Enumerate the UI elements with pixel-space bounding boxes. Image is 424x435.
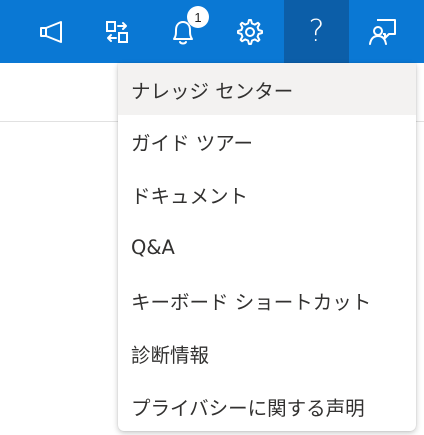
- menu-item-label: 診断情報: [131, 344, 210, 367]
- menu-item-label: プライバシーに関する声明: [131, 397, 365, 420]
- menu-item-knowledge-center[interactable]: ナレッジ センター: [118, 63, 416, 115]
- menu-item-qna[interactable]: Q&A: [118, 221, 416, 274]
- feedback-icon: [368, 17, 398, 47]
- menu-item-privacy-statement[interactable]: プライバシーに関する声明: [118, 380, 416, 431]
- feedback-button[interactable]: [358, 0, 408, 63]
- menu-item-keyboard-shortcuts[interactable]: キーボード ショートカット: [118, 274, 416, 327]
- menu-item-label: キーボード ショートカット: [131, 291, 372, 314]
- menu-item-diagnostics[interactable]: 診断情報: [118, 327, 416, 380]
- help-menu: ナレッジ センター ガイド ツアー ドキュメント Q&A キーボード ショートカ…: [118, 63, 416, 431]
- gear-icon: [236, 18, 264, 46]
- menu-item-documentation[interactable]: ドキュメント: [118, 168, 416, 221]
- help-button[interactable]: ?: [284, 0, 349, 63]
- menu-item-label: ナレッジ センター: [131, 79, 294, 103]
- menu-item-guided-tour[interactable]: ガイド ツアー: [118, 115, 416, 168]
- menu-item-label: ガイド ツアー: [131, 132, 254, 155]
- notification-count-badge: 1: [187, 6, 209, 28]
- top-navigation-bar: 1 ?: [0, 0, 424, 63]
- menu-item-label: ドキュメント: [131, 185, 249, 208]
- megaphone-icon: [38, 20, 68, 43]
- menu-item-label: Q&A: [131, 236, 175, 259]
- transfer-icon: [103, 18, 131, 46]
- switch-button[interactable]: [94, 0, 140, 63]
- settings-button[interactable]: [227, 0, 273, 63]
- announcements-button[interactable]: [30, 0, 76, 63]
- help-icon: ?: [308, 13, 325, 49]
